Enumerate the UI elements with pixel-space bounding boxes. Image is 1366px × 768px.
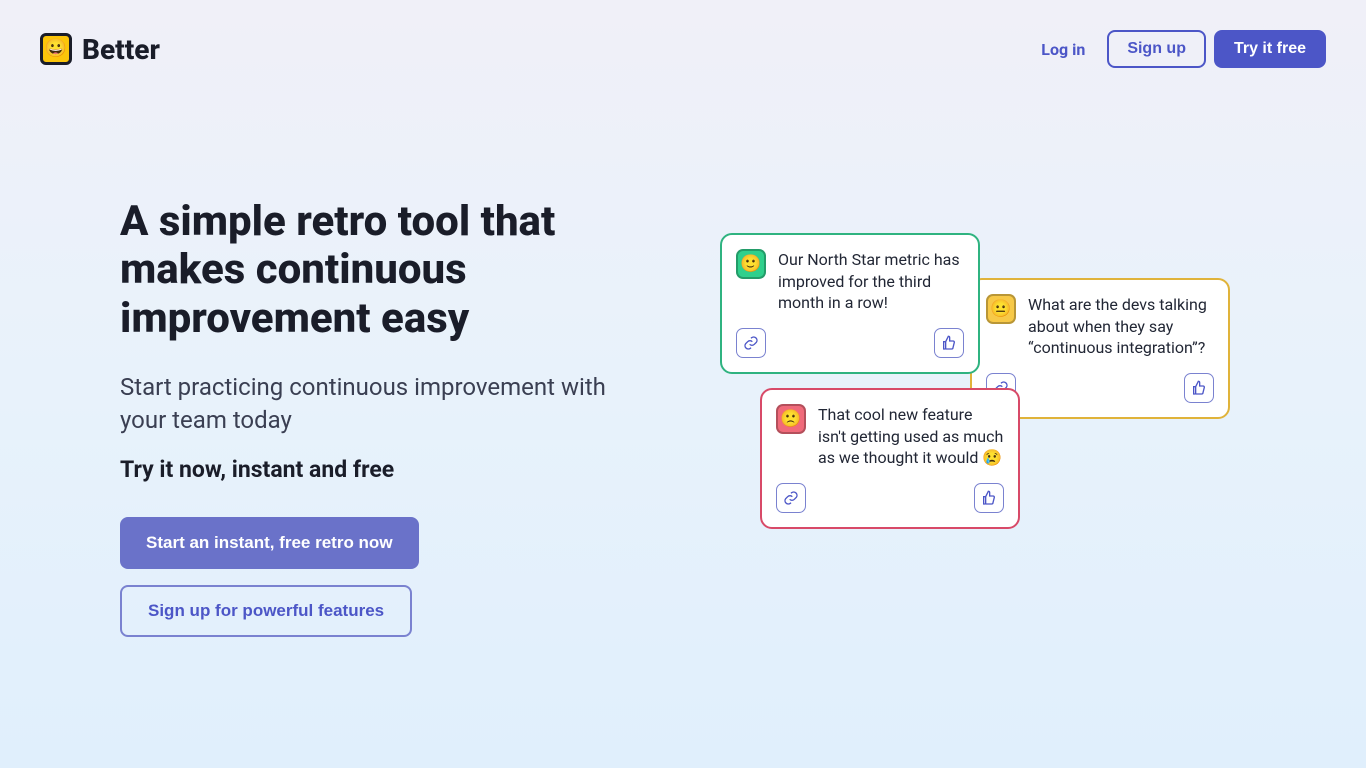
hero-headline: A simple retro tool that makes continuou… — [120, 198, 680, 343]
thumbs-up-icon — [1184, 373, 1214, 403]
hero-section: A simple retro tool that makes continuou… — [0, 98, 1366, 637]
hero-illustration: 🙂 Our North Star metric has improved for… — [720, 198, 1280, 558]
retro-card-positive: 🙂 Our North Star metric has improved for… — [720, 233, 980, 374]
brand-logo[interactable]: 😀 Better — [40, 33, 160, 66]
sad-face-icon: 🙁 — [776, 404, 806, 434]
logo-icon: 😀 — [40, 33, 72, 65]
neutral-face-icon: 😐 — [986, 294, 1016, 324]
retro-card-negative: 🙁 That cool new feature isn't getting us… — [760, 388, 1020, 529]
signup-button[interactable]: Sign up — [1107, 30, 1206, 68]
login-link[interactable]: Log in — [1027, 32, 1099, 67]
happy-face-icon: 🙂 — [736, 249, 766, 279]
try-free-button[interactable]: Try it free — [1214, 30, 1326, 68]
link-icon — [736, 328, 766, 358]
retro-card-text: That cool new feature isn't getting used… — [818, 404, 1004, 469]
brand-name: Better — [82, 33, 160, 66]
hero-tryline: Try it now, instant and free — [120, 456, 680, 483]
signup-features-button[interactable]: Sign up for powerful features — [120, 585, 412, 637]
thumbs-up-icon — [974, 483, 1004, 513]
site-header: 😀 Better Log in Sign up Try it free — [0, 0, 1366, 98]
hero-subhead: Start practicing continuous improvement … — [120, 371, 620, 438]
link-icon — [776, 483, 806, 513]
hero-copy: A simple retro tool that makes continuou… — [120, 198, 680, 637]
nav-actions: Log in Sign up Try it free — [1027, 30, 1326, 68]
thumbs-up-icon — [934, 328, 964, 358]
retro-card-text: Our North Star metric has improved for t… — [778, 249, 964, 314]
retro-card-text: What are the devs talking about when the… — [1028, 294, 1214, 359]
start-retro-button[interactable]: Start an instant, free retro now — [120, 517, 419, 569]
hero-ctas: Start an instant, free retro now Sign up… — [120, 517, 680, 637]
